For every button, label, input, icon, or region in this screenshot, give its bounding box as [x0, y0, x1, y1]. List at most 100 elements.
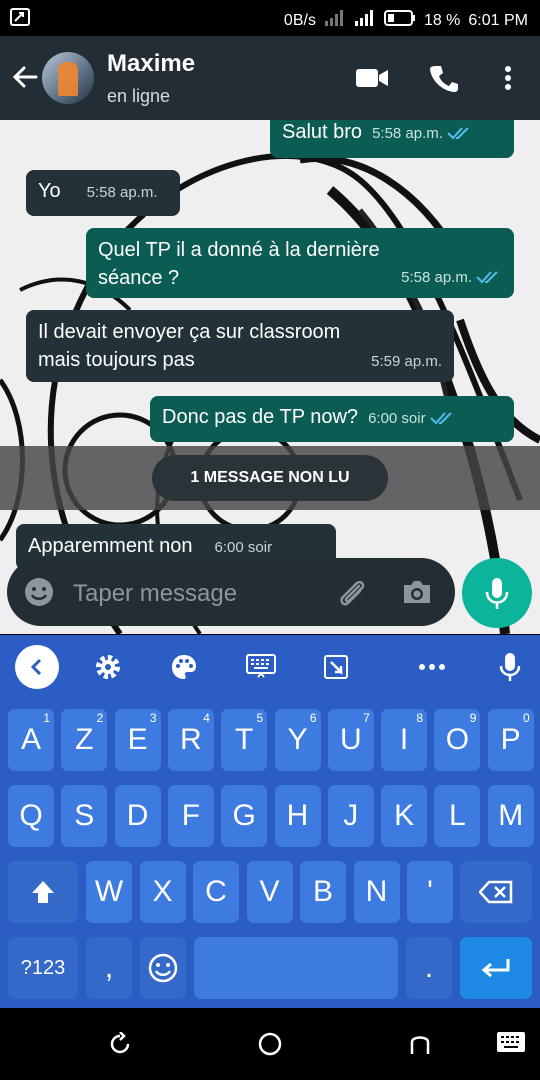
emoji-icon[interactable]: [23, 576, 55, 613]
key-t[interactable]: T5: [221, 709, 268, 771]
clipboard-icon[interactable]: [314, 645, 358, 689]
data-speed: 0B/s: [283, 11, 316, 29]
key-label: O: [445, 723, 470, 756]
key-d[interactable]: D: [114, 785, 161, 847]
attach-icon[interactable]: [335, 576, 369, 615]
key-a[interactable]: A1: [8, 709, 54, 771]
key-label: X: [152, 875, 173, 908]
unread-messages-badge: 1 MESSAGE NON LU: [152, 455, 388, 501]
message-text: Salut bro: [282, 121, 363, 143]
key-u[interactable]: U7: [327, 709, 374, 771]
period-key[interactable]: .: [406, 937, 452, 999]
key-number-hint: 2: [96, 711, 104, 725]
shift-arrow-icon: [32, 881, 54, 903]
key-b[interactable]: B: [300, 861, 346, 923]
symbols-key[interactable]: ?123: [8, 937, 78, 999]
video-call-icon[interactable]: [354, 60, 390, 96]
key-l[interactable]: L: [434, 785, 481, 847]
chevron-left-icon[interactable]: [15, 645, 59, 689]
recents-nav-icon[interactable]: [408, 1032, 432, 1061]
home-nav-icon[interactable]: [258, 1032, 282, 1061]
back-arrow-icon[interactable]: [10, 62, 40, 92]
key-number-hint: 4: [203, 711, 210, 725]
key-y[interactable]: Y6: [274, 709, 321, 771]
key-p[interactable]: P0: [487, 709, 534, 771]
key-number-hint: 5: [256, 711, 264, 725]
key-z[interactable]: Z2: [61, 709, 108, 771]
read-receipt-icon: [429, 412, 452, 425]
key-h[interactable]: H: [274, 785, 321, 847]
keyboard-switch-icon[interactable]: [496, 1030, 526, 1059]
key-label: R: [180, 723, 202, 756]
key-n[interactable]: N: [353, 861, 400, 923]
contact-name[interactable]: Maxime: [107, 50, 195, 78]
message-text-line: séance ?: [98, 267, 180, 289]
read-receipt-icon: [447, 127, 469, 140]
enter-key[interactable]: [460, 937, 532, 999]
settings-gear-icon[interactable]: [86, 645, 130, 689]
message-outgoing[interactable]: Quel TP il a donné à la dernière séance …: [86, 228, 514, 298]
screen: 0B/s 18 % 6:01 PM Maxime en ligne Salut …: [0, 0, 540, 1080]
key-label: K: [394, 799, 415, 832]
message-incoming[interactable]: Il devait envoyer ça sur classroom mais …: [26, 310, 454, 382]
key-number-hint: 6: [309, 711, 317, 725]
key-q[interactable]: Q: [8, 785, 54, 847]
message-placeholder: Taper message: [73, 580, 238, 607]
key-j[interactable]: J: [327, 785, 374, 847]
key-s[interactable]: S: [61, 785, 108, 847]
key-e[interactable]: E3: [114, 709, 161, 771]
backspace-key[interactable]: [460, 861, 532, 923]
enter-arrow-icon: [481, 959, 510, 978]
key-f[interactable]: F: [167, 785, 214, 847]
camera-icon[interactable]: [401, 578, 433, 611]
message-composer: Taper message: [0, 548, 540, 638]
key-m[interactable]: M: [487, 785, 534, 847]
key-label: H: [286, 799, 309, 832]
voice-call-icon[interactable]: [426, 60, 462, 96]
keyboard-layout-icon[interactable]: [239, 645, 283, 689]
keyboard: ?123 , . A1Z2E3R4T5Y6U7I8O9P0QSDFGHJKLMW…: [0, 635, 540, 1009]
key-label: B: [312, 875, 333, 908]
key-g[interactable]: G: [221, 785, 268, 847]
more-options-icon[interactable]: [490, 60, 526, 96]
more-horizontal-icon[interactable]: [410, 645, 454, 689]
theme-palette-icon[interactable]: [162, 645, 206, 689]
message-time: 5:58 ap.m.: [372, 125, 443, 142]
emoji-key[interactable]: [140, 937, 186, 999]
key-x[interactable]: X: [139, 861, 186, 923]
message-outgoing[interactable]: Salut bro 5:58 ap.m.: [270, 120, 514, 158]
voice-input-mic-icon[interactable]: [488, 645, 532, 689]
space-bar[interactable]: [194, 937, 398, 999]
key-label: Y: [287, 723, 308, 756]
status-bar: 0B/s 18 % 6:01 PM: [0, 0, 540, 36]
message-text-line: mais toujours pas: [38, 349, 195, 371]
key-w[interactable]: W: [86, 861, 132, 923]
message-outgoing[interactable]: Donc pas de TP now? 6:00 soir: [150, 396, 514, 442]
key-apostrophe[interactable]: ': [407, 861, 453, 923]
microphone-icon: [485, 578, 509, 609]
message-text-line: Il devait envoyer ça sur classroom: [38, 321, 341, 343]
key-k[interactable]: K: [381, 785, 428, 847]
key-i[interactable]: I8: [381, 709, 428, 771]
message-time: 5:59 ap.m.: [371, 353, 442, 370]
key-label: L: [449, 799, 466, 832]
key-label: J: [343, 799, 359, 832]
key-v[interactable]: V: [246, 861, 293, 923]
shift-key[interactable]: [8, 861, 78, 923]
key-r[interactable]: R4: [167, 709, 214, 771]
key-number-hint: 1: [43, 711, 50, 725]
signal-icon: [354, 9, 376, 32]
contact-avatar[interactable]: [42, 52, 94, 104]
message-input[interactable]: Taper message: [7, 558, 455, 626]
back-nav-icon[interactable]: [108, 1031, 132, 1061]
comma-key[interactable]: ,: [86, 937, 132, 999]
key-c[interactable]: C: [193, 861, 239, 923]
key-label: T: [235, 723, 254, 756]
voice-record-button[interactable]: [462, 558, 532, 628]
key-o[interactable]: O9: [434, 709, 481, 771]
message-time: 6:00 soir: [368, 410, 426, 427]
message-incoming[interactable]: Yo 5:58 ap.m.: [26, 170, 180, 216]
message-text: Donc pas de TP now?: [162, 406, 359, 428]
key-label: Q: [19, 799, 43, 832]
message-text-line: Quel TP il a donné à la dernière: [98, 239, 380, 261]
